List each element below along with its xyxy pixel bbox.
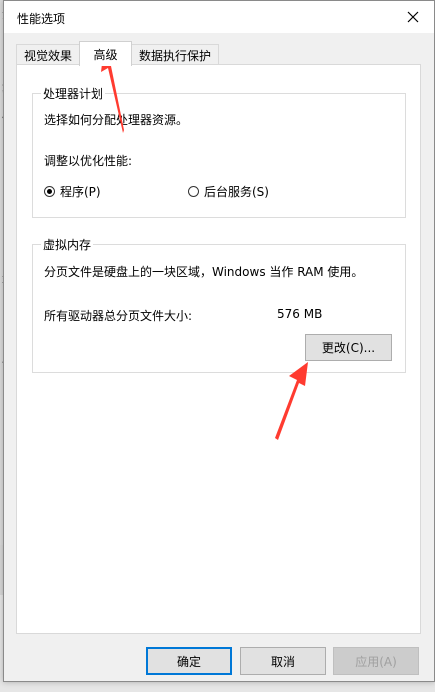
close-icon [407,11,419,23]
radio-programs[interactable]: 程序(P) [44,183,101,200]
radio-background-services-indicator [188,186,199,197]
tab-visual-effects[interactable]: 视觉效果 [16,44,80,65]
cancel-button[interactable]: 取消 [240,647,326,675]
radio-programs-indicator [44,186,55,197]
tab-advanced[interactable]: 高级 [79,41,132,66]
virtual-memory-group: 虚拟内存 分页文件是硬盘上的一块区域，Windows 当作 RAM 使用。 所有… [32,236,406,373]
virtual-memory-description: 分页文件是硬盘上的一块区域，Windows 当作 RAM 使用。 [44,265,364,279]
title-bar: 性能选项 [4,1,434,33]
apply-button[interactable]: 应用(A) [333,647,419,675]
optimize-label: 调整以优化性能: [44,154,133,168]
radio-background-services[interactable]: 后台服务(S) [188,183,269,200]
processor-scheduling-group: 处理器计划 选择如何分配处理器资源。 调整以优化性能: 程序(P) 后台服务(S… [32,85,406,218]
processor-scheduling-title: 处理器计划 [41,85,106,102]
close-button[interactable] [396,3,430,31]
radio-background-services-label: 后台服务(S) [204,185,269,199]
total-paging-file-label: 所有驱动器总分页文件大小: [44,309,193,323]
virtual-memory-title: 虚拟内存 [41,236,94,253]
tab-data-execution-prevention[interactable]: 数据执行保护 [131,44,219,65]
change-button[interactable]: 更改(C)... [305,334,392,361]
tab-panel-advanced: 处理器计划 选择如何分配处理器资源。 调整以优化性能: 程序(P) 后台服务(S… [16,64,421,634]
radio-programs-label: 程序(P) [60,185,101,199]
dialog-title: 性能选项 [17,12,66,26]
processor-description: 选择如何分配处理器资源。 [44,113,189,127]
performance-options-dialog: 性能选项 视觉效果 高级 数据执行保护 处理器计划 选择如何分配处理器资源。 调… [3,0,435,682]
ok-button[interactable]: 确定 [146,647,232,675]
total-paging-file-value: 576 MB [277,307,323,321]
